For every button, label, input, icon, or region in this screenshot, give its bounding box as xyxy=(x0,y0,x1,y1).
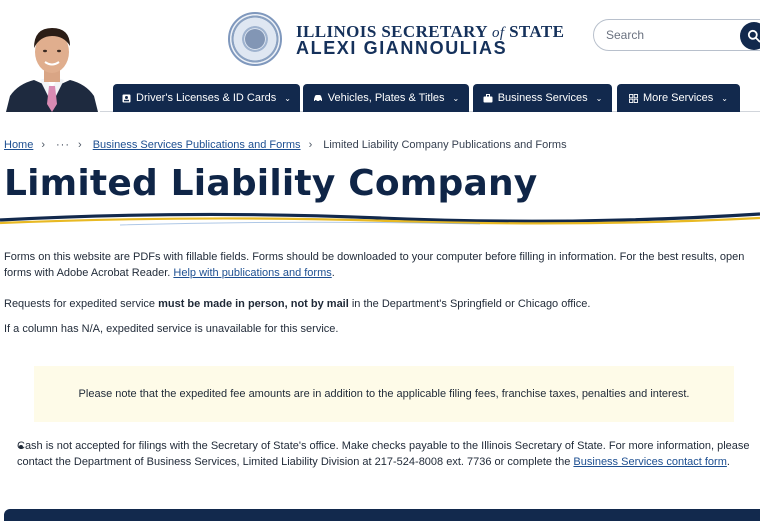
page-title: Limited Liability Company xyxy=(4,163,538,204)
content-table-header xyxy=(4,509,760,521)
search-icon xyxy=(747,29,760,43)
help-link[interactable]: Help with publications and forms xyxy=(173,267,331,279)
na-note: If a column has N/A, expedited service i… xyxy=(4,323,339,335)
intro-paragraph: Forms on this website are PDFs with fill… xyxy=(4,251,745,279)
grid-icon xyxy=(629,93,638,103)
cash-notice-item: Cash is not accepted for filings with th… xyxy=(17,440,750,468)
secretary-name: ALEXI GIANNOULIAS xyxy=(296,38,508,58)
breadcrumb: Home › ··· › Business Services Publicati… xyxy=(4,137,567,153)
breadcrumb-home-link[interactable]: Home xyxy=(4,139,33,151)
expedite-paragraph: Requests for expedited service must be m… xyxy=(4,298,591,310)
chevron-down-icon: ⌄ xyxy=(452,93,460,103)
chevron-down-icon: ⌄ xyxy=(595,93,603,103)
car-icon xyxy=(313,95,322,102)
chevron-down-icon: ⌄ xyxy=(284,93,291,103)
chevron-right-icon: › xyxy=(78,139,82,151)
search-input[interactable] xyxy=(606,26,726,44)
chevron-down-icon: ⌄ xyxy=(721,93,728,103)
breadcrumb-current: Limited Liability Company Publications a… xyxy=(323,139,567,151)
nav-drivers-licenses[interactable]: Driver's Licenses & ID Cards ⌄ xyxy=(113,84,300,112)
contact-form-link[interactable]: Business Services contact form xyxy=(573,456,726,468)
nav-vehicles[interactable]: Vehicles, Plates & Titles ⌄ xyxy=(303,84,469,112)
chevron-right-icon: › xyxy=(41,139,46,151)
briefcase-icon xyxy=(483,93,493,102)
id-card-icon xyxy=(122,94,131,102)
secretary-portrait xyxy=(4,18,100,112)
search-box xyxy=(593,19,760,51)
fee-notice: Please note that the expedited fee amoun… xyxy=(34,366,734,422)
breadcrumb-ellipsis-button[interactable]: ··· xyxy=(56,139,70,151)
nav-more-services[interactable]: More Services ⌄ xyxy=(617,84,740,112)
nav-business-services[interactable]: Business Services ⌄ xyxy=(473,84,612,112)
decorative-swoosh xyxy=(0,212,760,226)
search-button[interactable] xyxy=(740,22,760,50)
breadcrumb-parent-link[interactable]: Business Services Publications and Forms xyxy=(93,139,301,151)
chevron-right-icon: › xyxy=(308,139,313,151)
state-seal-logo[interactable] xyxy=(228,12,282,66)
